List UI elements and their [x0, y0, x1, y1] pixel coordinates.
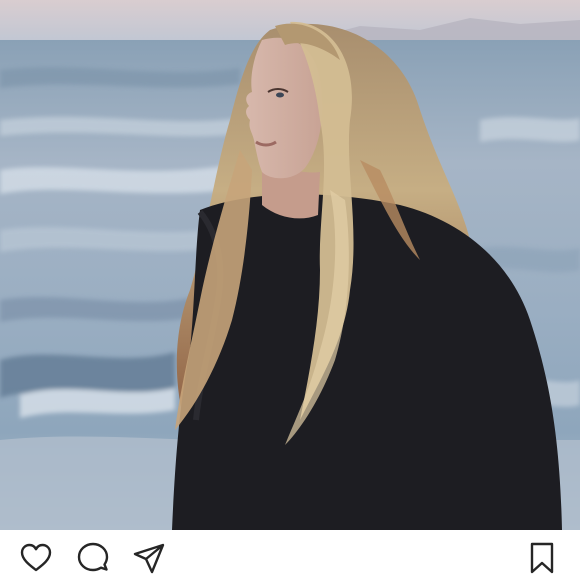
share-button[interactable]	[132, 541, 166, 575]
photo-illustration	[0, 0, 580, 530]
instagram-post	[0, 0, 580, 580]
paper-plane-outline-icon	[133, 543, 165, 574]
heart-outline-icon	[20, 543, 52, 572]
save-button[interactable]	[525, 541, 559, 575]
speech-bubble-outline-icon	[77, 542, 109, 572]
post-action-bar	[0, 530, 580, 580]
bookmark-outline-icon	[530, 542, 554, 574]
comment-button[interactable]	[76, 541, 110, 575]
like-button[interactable]	[19, 541, 53, 575]
post-photo[interactable]	[0, 0, 580, 530]
